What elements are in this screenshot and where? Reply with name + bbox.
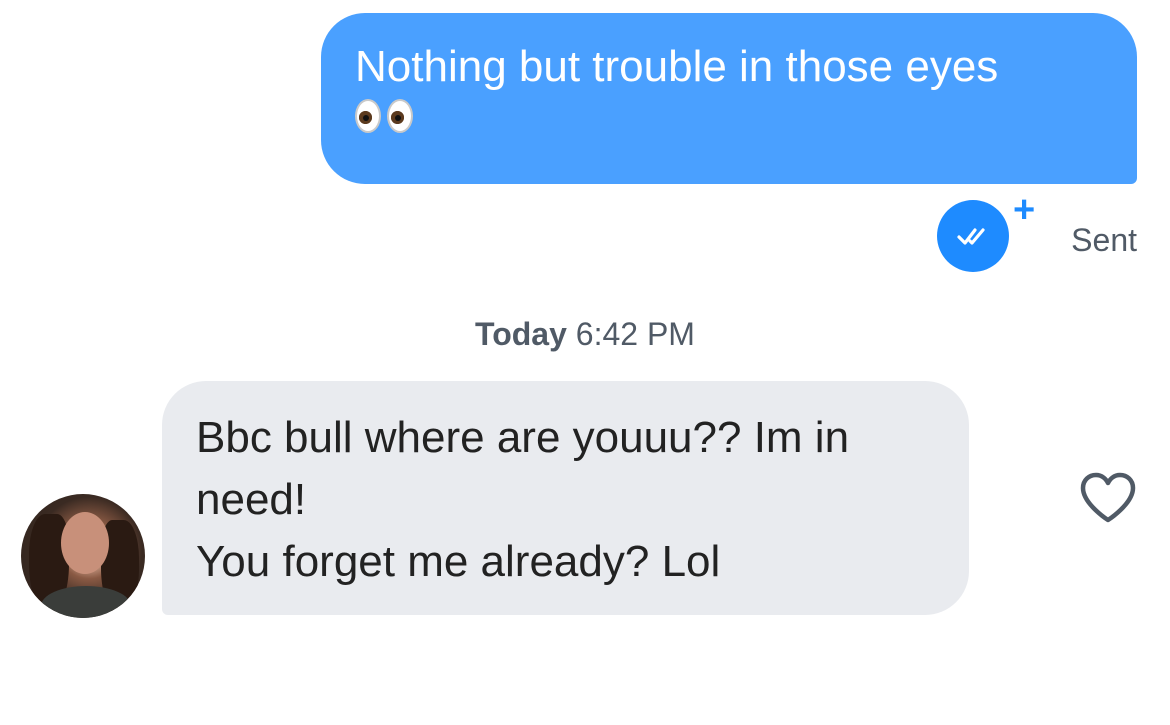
- incoming-message-bubble[interactable]: Bbc bull where are youuu?? Im in need! Y…: [162, 381, 969, 615]
- incoming-message-line: Bbc bull where are youuu?? Im in: [196, 413, 850, 462]
- message-timestamp: Today 6:42 PM: [0, 314, 1170, 354]
- outgoing-message-text: Nothing but trouble in those eyes: [355, 42, 999, 91]
- plus-icon[interactable]: +: [1013, 190, 1035, 230]
- eyes-emoji: [355, 99, 1103, 133]
- timestamp-day: Today: [475, 316, 567, 352]
- timestamp-time: 6:42 PM: [575, 316, 695, 352]
- double-check-icon[interactable]: [937, 200, 1009, 272]
- incoming-message-line: You forget me already? Lol: [196, 537, 721, 586]
- right-eye-icon: [387, 99, 413, 133]
- heart-outline-icon[interactable]: [1079, 472, 1137, 524]
- sent-status-label: Sent: [1071, 222, 1137, 258]
- delivery-status: + Sent: [937, 190, 1137, 272]
- left-eye-icon: [355, 99, 381, 133]
- outgoing-message-bubble[interactable]: Nothing but trouble in those eyes: [321, 13, 1137, 184]
- chat-thread: Nothing but trouble in those eyes + Sent…: [0, 0, 1170, 725]
- avatar[interactable]: [21, 494, 145, 618]
- incoming-message-line: need!: [196, 475, 307, 524]
